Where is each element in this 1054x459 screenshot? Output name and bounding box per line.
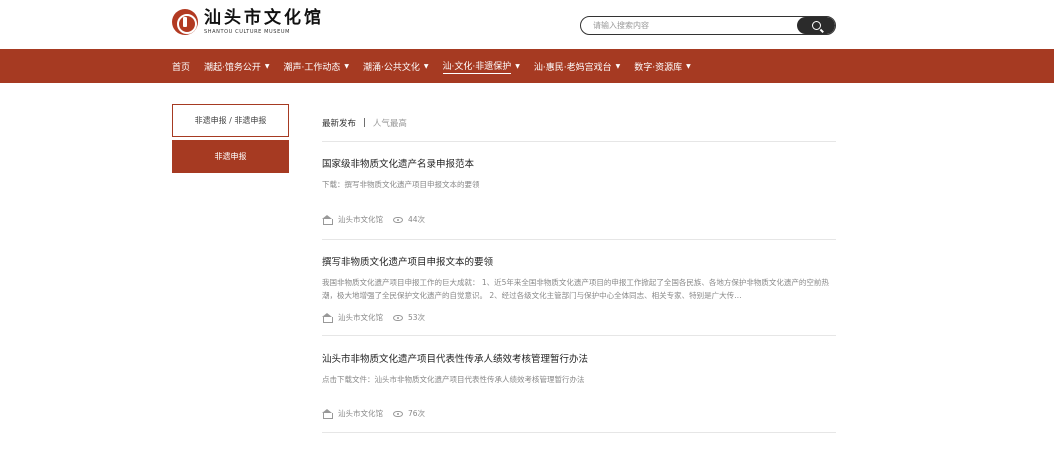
nav-list: 首页 潮起·馆务公开 ▼ 潮声·工作动态 ▼ 潮涌·公共文化 ▼ 汕·文化·非遗… bbox=[172, 49, 705, 83]
article-meta: 汕头市文化馆 44次 bbox=[322, 214, 425, 225]
tab-separator: | bbox=[363, 118, 366, 128]
main-nav: 首页 潮起·馆务公开 ▼ 潮声·工作动态 ▼ 潮涌·公共文化 ▼ 汕·文化·非遗… bbox=[0, 49, 1054, 83]
eye-icon bbox=[393, 410, 403, 417]
nav-item-label: 潮声·工作动态 bbox=[283, 62, 341, 73]
logo-english-name: SHANTOU CULTURE MUSEUM bbox=[204, 28, 290, 35]
nav-item-affairs[interactable]: 潮起·馆务公开 ▼ bbox=[204, 49, 270, 83]
logo-chinese-name: 汕头市文化馆 bbox=[204, 7, 324, 28]
museum-icon bbox=[322, 409, 333, 419]
article-item: 撰写非物质文化遗产项目申报文本的要领 我国非物质文化遗产项目申报工作的巨大成就：… bbox=[322, 254, 836, 334]
article-meta: 汕头市文化馆 53次 bbox=[322, 312, 425, 323]
article-summary: 我国非物质文化遗产项目申报工作的巨大成就： 1、近5年来全国非物质文化遗产项目的… bbox=[322, 278, 829, 300]
nav-item-public-culture[interactable]: 潮涌·公共文化 ▼ bbox=[363, 49, 429, 83]
divider bbox=[322, 239, 836, 240]
nav-item-label: 潮起·馆务公开 bbox=[204, 62, 261, 73]
search-input[interactable] bbox=[581, 17, 797, 34]
article-title[interactable]: 国家级非物质文化遗产名录申报范本 bbox=[322, 156, 836, 170]
nav-item-heritage[interactable]: 汕·文化·非遗保护 ▼ bbox=[442, 49, 520, 83]
nav-item-label: 汕·惠民·老妈宫戏台 bbox=[533, 62, 612, 73]
logo-text: 汕头市文化馆 SHANTOU CULTURE MUSEUM bbox=[204, 7, 324, 35]
museum-icon bbox=[322, 215, 333, 225]
article-views: 53次 bbox=[408, 313, 426, 322]
nav-item-label: 数字·资源库 bbox=[634, 62, 683, 73]
nav-item-label: 汕·文化·非遗保护 bbox=[442, 59, 512, 74]
article-meta: 汕头市文化馆 76次 bbox=[322, 408, 425, 419]
article-item: 国家级非物质文化遗产名录申报范本 下载：撰写非物质文化遗产项目申报文本的要领 汕… bbox=[322, 156, 836, 236]
article-summary: 点击下载文件：汕头市非物质文化遗产项目代表性传承人绩效考核管理暂行办法 bbox=[322, 375, 585, 384]
divider bbox=[322, 335, 836, 336]
search-bar bbox=[580, 16, 836, 35]
eye-icon bbox=[393, 216, 403, 223]
nav-item-news[interactable]: 潮声·工作动态 ▼ bbox=[284, 49, 350, 83]
caret-down-icon: ▼ bbox=[515, 62, 520, 70]
search-button[interactable] bbox=[797, 17, 835, 34]
caret-down-icon: ▼ bbox=[344, 62, 350, 70]
article-source: 汕头市文化馆 bbox=[338, 313, 383, 322]
sidebar-item-heritage-application[interactable]: 非遗申报 bbox=[172, 140, 289, 173]
article-views: 76次 bbox=[408, 409, 426, 418]
article-views: 44次 bbox=[408, 215, 426, 224]
eye-icon bbox=[393, 314, 403, 321]
article-source: 汕头市文化馆 bbox=[338, 409, 383, 418]
divider bbox=[322, 141, 836, 142]
site-header: 汕头市文化馆 SHANTOU CULTURE MUSEUM bbox=[0, 0, 1054, 49]
sidebar-title: 非遗申报 / 非遗申报 bbox=[172, 104, 289, 137]
caret-down-icon: ▼ bbox=[423, 62, 429, 70]
caret-down-icon: ▼ bbox=[686, 62, 691, 70]
nav-item-home[interactable]: 首页 bbox=[172, 49, 190, 83]
article-title[interactable]: 汕头市非物质文化遗产项目代表性传承人绩效考核管理暂行办法 bbox=[322, 351, 836, 365]
tab-popular[interactable]: 人气最高 bbox=[373, 117, 407, 129]
nav-item-digital[interactable]: 数字·资源库 ▼ bbox=[634, 49, 691, 83]
logo-seal-icon bbox=[172, 9, 198, 35]
divider bbox=[322, 432, 836, 433]
article-item: 汕头市非物质文化遗产项目代表性传承人绩效考核管理暂行办法 点击下载文件：汕头市非… bbox=[322, 351, 836, 431]
article-source: 汕头市文化馆 bbox=[338, 215, 383, 224]
nav-item-label: 潮涌·公共文化 bbox=[363, 62, 420, 73]
site-logo[interactable]: 汕头市文化馆 SHANTOU CULTURE MUSEUM bbox=[172, 9, 324, 35]
article-summary: 下载：撰写非物质文化遗产项目申报文本的要领 bbox=[322, 180, 480, 189]
nav-item-label: 首页 bbox=[172, 62, 191, 73]
tab-latest[interactable]: 最新发布 bbox=[322, 117, 356, 129]
caret-down-icon: ▼ bbox=[264, 62, 270, 70]
search-icon bbox=[811, 21, 821, 30]
sort-tabs: 最新发布 | 人气最高 bbox=[322, 117, 407, 129]
museum-icon bbox=[322, 313, 333, 323]
caret-down-icon: ▼ bbox=[615, 62, 621, 70]
article-title[interactable]: 撰写非物质文化遗产项目申报文本的要领 bbox=[322, 254, 836, 268]
nav-item-stage[interactable]: 汕·惠民·老妈宫戏台 ▼ bbox=[534, 49, 620, 83]
